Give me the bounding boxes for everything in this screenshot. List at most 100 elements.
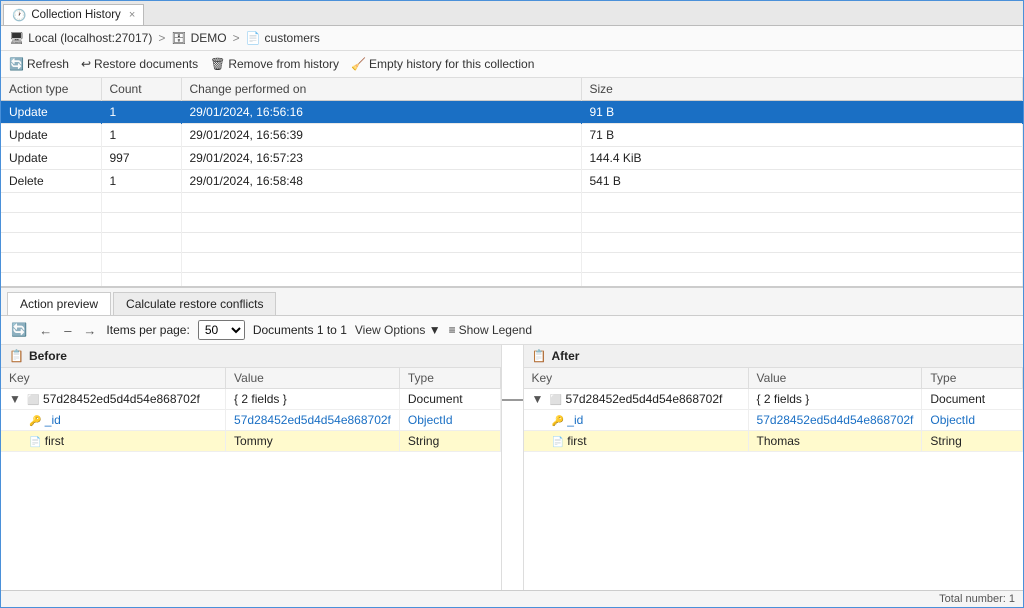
expand-icon[interactable]: ▼ (532, 392, 544, 406)
before-value-root: { 2 fields } (226, 389, 400, 410)
refresh-button[interactable]: 🔄 Refresh (9, 55, 69, 73)
table-row[interactable]: Update 1 29/01/2024, 16:56:39 71 B (1, 124, 1023, 147)
action-type-cell: Update (1, 147, 101, 170)
action-preview-tab[interactable]: Action preview (7, 292, 111, 315)
restore-documents-button[interactable]: ↩ Restore documents (81, 55, 198, 73)
documents-info: Documents 1 to 1 (253, 323, 347, 337)
before-type-id: ObjectId (399, 410, 500, 431)
before-value-first: Tommy (226, 431, 400, 452)
database-label[interactable]: DEMO (191, 31, 227, 45)
breadcrumb-sep2: > (233, 31, 240, 45)
table-row[interactable]: 📄 first Thomas String (524, 431, 1023, 452)
items-per-page-select[interactable]: 50 100 200 (198, 320, 245, 340)
collection-label[interactable]: customers (265, 31, 320, 45)
action-type-cell: Update (1, 101, 101, 124)
table-row[interactable]: Update 997 29/01/2024, 16:57:23 144.4 Ki… (1, 147, 1023, 170)
table-row[interactable]: ▼ ⬜ 57d28452ed5d4d54e868702f { 2 fields … (1, 389, 500, 410)
table-row[interactable]: 🔑 _id 57d28452ed5d4d54e868702f ObjectId (524, 410, 1023, 431)
table-row[interactable]: Delete 1 29/01/2024, 16:58:48 541 B (1, 170, 1023, 193)
after-col-type: Type (922, 368, 1023, 389)
after-col-key: Key (524, 368, 749, 389)
before-panel-header: 📋 Before (1, 345, 501, 368)
before-key-id: 🔑 _id (1, 410, 226, 431)
table-row[interactable]: 🔑 _id 57d28452ed5d4d54e868702f ObjectId (1, 410, 500, 431)
nav-back-button[interactable]: ← (37, 323, 54, 338)
col-count: Count (101, 78, 181, 101)
date-cell: 29/01/2024, 16:56:39 (181, 124, 581, 147)
doc-icon: ⬜ (550, 395, 562, 406)
date-cell: 29/01/2024, 16:56:16 (181, 101, 581, 124)
before-type-first: String (399, 431, 500, 452)
collection-history-tab[interactable]: 🕐 Collection History × (3, 4, 144, 25)
table-row[interactable]: 📄 first Tommy String (1, 431, 500, 452)
before-value-id: 57d28452ed5d4d54e868702f (226, 410, 400, 431)
after-type-id: ObjectId (922, 410, 1023, 431)
before-doc-table: Key Value Type ▼ ⬜ 57d28452ed5d4d54e8687… (1, 368, 501, 452)
preview-content: 📋 Before Key Value Type ▼ (1, 345, 1023, 590)
database-icon: 🗄 (171, 31, 186, 45)
field-icon: 📄 (552, 437, 564, 448)
before-type-root: Document (399, 389, 500, 410)
after-panel: 📋 After Key Value Type ▼ (524, 345, 1024, 590)
after-key-id: 🔑 _id (524, 410, 749, 431)
after-type-root: Document (922, 389, 1023, 410)
before-panel: 📋 Before Key Value Type ▼ (1, 345, 502, 590)
before-col-value: Value (226, 368, 400, 389)
action-type-cell: Delete (1, 170, 101, 193)
history-table-section: Action type Count Change performed on Si… (1, 78, 1023, 288)
remove-from-history-button[interactable]: 🗑 Remove from history (210, 55, 339, 73)
server-label[interactable]: Local (localhost:27017) (28, 31, 152, 45)
breadcrumb-sep1: > (158, 31, 165, 45)
tab-bar: 🕐 Collection History × (1, 1, 1023, 26)
restore-icon: ↩ (81, 57, 91, 71)
tab-close-button[interactable]: × (129, 9, 135, 21)
table-row-empty (1, 273, 1023, 289)
empty-icon: 🧹 (351, 57, 366, 71)
after-key-first: 📄 first (524, 431, 749, 452)
preview-toolbar: 🔄 ← – → Items per page: 50 100 200 Docum… (1, 316, 1023, 345)
preview-tabs: Action preview Calculate restore conflic… (1, 288, 1023, 316)
collection-icon: 📄 (246, 31, 261, 45)
table-row[interactable]: Update 1 29/01/2024, 16:56:16 91 B (1, 101, 1023, 124)
after-key-root: ▼ ⬜ 57d28452ed5d4d54e868702f (524, 389, 749, 410)
calculate-restore-tab[interactable]: Calculate restore conflicts (113, 292, 276, 315)
before-col-type: Type (399, 368, 500, 389)
after-type-first: String (922, 431, 1023, 452)
after-icon: 📋 (532, 349, 547, 363)
remove-icon: 🗑 (210, 57, 225, 71)
nav-forward-button[interactable]: → (81, 323, 98, 338)
after-value-first: Thomas (748, 431, 922, 452)
count-cell: 997 (101, 147, 181, 170)
table-row[interactable]: ▼ ⬜ 57d28452ed5d4d54e868702f { 2 fields … (524, 389, 1023, 410)
col-action-type: Action type (1, 78, 101, 101)
breadcrumb: 🖥 Local (localhost:27017) > 🗄 DEMO > 📄 c… (1, 26, 1023, 51)
id-icon: 🔑 (29, 416, 41, 427)
table-row-empty (1, 213, 1023, 233)
action-type-cell: Update (1, 124, 101, 147)
col-size: Size (581, 78, 1023, 101)
status-bar: Total number: 1 (1, 590, 1023, 607)
view-options-button[interactable]: View Options ▼ (355, 321, 441, 339)
server-icon: 🖥 (9, 31, 24, 45)
size-cell: 71 B (581, 124, 1023, 147)
size-cell: 144.4 KiB (581, 147, 1023, 170)
show-legend-button[interactable]: ≡ Show Legend (449, 321, 532, 339)
after-value-id: 57d28452ed5d4d54e868702f (748, 410, 922, 431)
before-key-first: 📄 first (1, 431, 226, 452)
legend-icon: ≡ (449, 323, 456, 337)
size-cell: 541 B (581, 170, 1023, 193)
tab-label: Collection History (31, 9, 120, 21)
before-key-root: ▼ ⬜ 57d28452ed5d4d54e868702f (1, 389, 226, 410)
before-col-key: Key (1, 368, 226, 389)
expand-icon[interactable]: ▼ (9, 392, 21, 406)
after-doc-table: Key Value Type ▼ ⬜ 57d28452ed5d4d54e8687… (524, 368, 1024, 452)
count-cell: 1 (101, 170, 181, 193)
count-cell: 1 (101, 101, 181, 124)
after-value-root: { 2 fields } (748, 389, 922, 410)
connector-line (502, 399, 523, 401)
id-icon: 🔑 (552, 416, 564, 427)
refresh-icon: 🔄 (9, 57, 24, 71)
table-row-empty (1, 193, 1023, 213)
nav-refresh-button[interactable]: 🔄 (9, 322, 29, 338)
empty-history-button[interactable]: 🧹 Empty history for this collection (351, 55, 534, 73)
